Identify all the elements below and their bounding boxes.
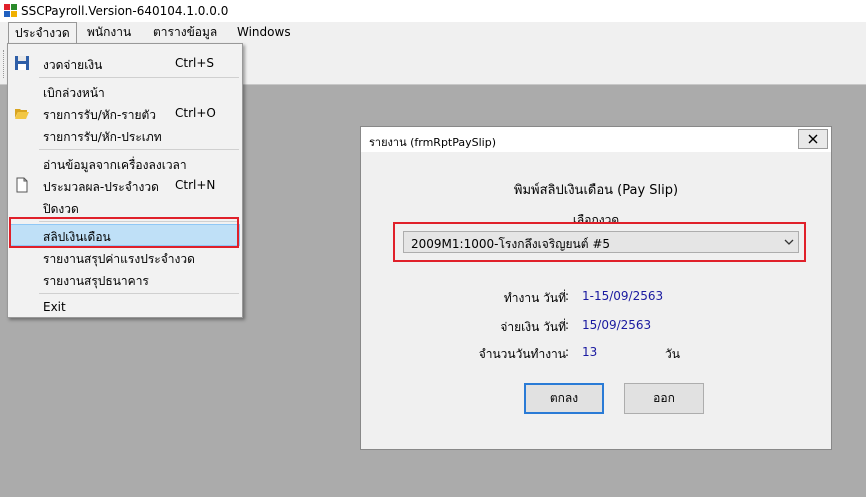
menu-item-shortcut: Ctrl+N	[175, 178, 216, 192]
menu-item-advance[interactable]: เบิกล่วงหน้า	[10, 80, 240, 102]
menu-separator	[39, 77, 239, 78]
menu-windows[interactable]: Windows	[231, 22, 297, 43]
menu-data-table[interactable]: ตารางข้อมูล	[147, 22, 223, 43]
ok-button[interactable]: ตกลง	[524, 383, 604, 414]
pay-date-label: จ่ายเงิน วันที่	[500, 320, 566, 334]
work-date-label: ทำงาน วันที่	[503, 291, 566, 305]
work-date-colon: :	[565, 289, 570, 303]
menu-item-bank-summary-report[interactable]: รายงานสรุปธนาคาร	[10, 268, 240, 290]
menu-item-label: รายการรับ/หัก-รายตัว	[43, 108, 157, 122]
work-date-value: 1-15/09/2563	[582, 289, 664, 303]
pay-date-colon: :	[565, 318, 570, 332]
menu-item-label: Exit	[43, 300, 66, 314]
menu-item-label: งวดจ่ายเงิน	[43, 58, 103, 72]
dialog-close-button[interactable]	[798, 129, 828, 149]
period-dropdown-menu: งวดจ่ายเงิน Ctrl+S เบิกล่วงหน้า รายการรั…	[7, 43, 243, 318]
work-days-unit: วัน	[665, 347, 680, 361]
highlight-box-pay-slip	[9, 217, 239, 248]
app-icon	[4, 4, 17, 17]
menu-separator	[39, 293, 239, 294]
menu-item-exit[interactable]: Exit	[10, 296, 240, 318]
folder-open-icon	[15, 109, 29, 119]
menu-item-shortcut: Ctrl+O	[175, 106, 216, 120]
menu-item-income-deduction-person[interactable]: รายการรับ/หัก-รายตัว Ctrl+O	[10, 102, 240, 124]
menu-item-label: เบิกล่วงหน้า	[43, 86, 105, 100]
exit-button[interactable]: ออก	[624, 383, 704, 414]
pay-date-value: 15/09/2563	[582, 318, 652, 332]
dialog-titlebar[interactable]: รายงาน (frmRptPaySlip)	[361, 127, 831, 152]
menu-item-label: รายงานสรุปค่าแรงประจำงวด	[43, 252, 195, 266]
menu-employee[interactable]: พนักงาน	[81, 22, 137, 43]
close-icon	[808, 134, 818, 144]
work-days-colon: :	[565, 345, 570, 359]
save-icon	[15, 56, 29, 70]
new-document-icon	[16, 177, 28, 193]
menubar: ประจำงวด พนักงาน ตารางข้อมูล Windows	[0, 22, 866, 44]
menu-item-close-period[interactable]: ปิดงวด	[10, 196, 240, 218]
menu-item-process-period[interactable]: ประมวลผล-ประจำงวด Ctrl+N	[10, 174, 240, 196]
pay-slip-report-dialog: รายงาน (frmRptPaySlip) พิมพ์สลิปเงินเดือ…	[360, 126, 832, 450]
menu-item-wage-summary-report[interactable]: รายงานสรุปค่าแรงประจำงวด	[10, 246, 240, 268]
work-days-label: จำนวนวันทำงาน	[478, 347, 566, 361]
menu-item-label: อ่านข้อมูลจากเครื่องลงเวลา	[43, 158, 187, 172]
work-days-value: 13	[582, 345, 598, 359]
menu-item-read-time-clock[interactable]: อ่านข้อมูลจากเครื่องลงเวลา	[10, 152, 240, 174]
dialog-heading: พิมพ์สลิปเงินเดือน (Pay Slip)	[513, 183, 679, 198]
menu-period[interactable]: ประจำงวด	[8, 22, 77, 43]
menu-separator	[39, 149, 239, 150]
menu-item-payment-period[interactable]: งวดจ่ายเงิน Ctrl+S	[10, 52, 240, 74]
app-title: SSCPayroll.Version-640104.1.0.0.0	[21, 4, 229, 18]
menu-item-shortcut: Ctrl+S	[175, 56, 215, 70]
window-titlebar: SSCPayroll.Version-640104.1.0.0.0	[0, 0, 866, 22]
highlight-box-period-select	[393, 222, 806, 262]
menu-item-income-deduction-type[interactable]: รายการรับ/หัก-ประเภท	[10, 124, 240, 146]
menu-item-label: รายการรับ/หัก-ประเภท	[43, 130, 162, 144]
dialog-title: รายงาน (frmRptPaySlip)	[369, 136, 496, 149]
menu-item-label: ประมวลผล-ประจำงวด	[43, 180, 159, 194]
menu-item-label: รายงานสรุปธนาคาร	[43, 274, 149, 288]
